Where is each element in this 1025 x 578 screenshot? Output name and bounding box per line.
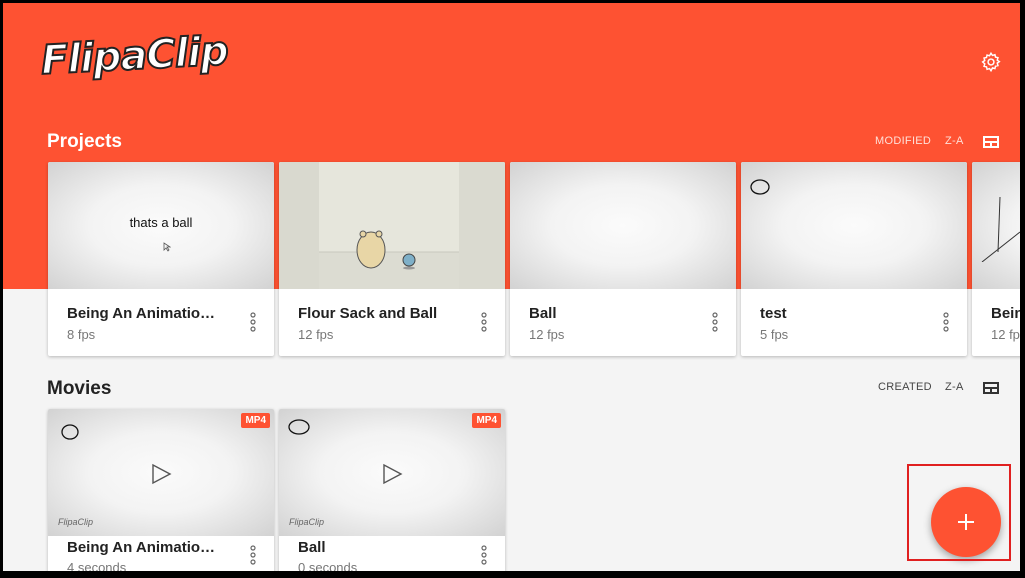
app-window: FlipaClip Projects MODIFIED Z-A thats a … [3,3,1020,571]
project-thumbnail: thats a ball [48,162,274,289]
project-title: Ball [529,305,557,322]
movie-thumbnail: FlipaClip [48,409,274,536]
project-card[interactable]: Ball 12 fps [510,162,736,356]
movie-card[interactable]: FlipaClip MP4 Being An Animatio… 4 secon… [48,409,274,571]
play-icon[interactable] [149,462,173,486]
project-card[interactable]: Bein 12 fp [972,162,1020,356]
watermark-logo: FlipaClip [289,517,325,527]
movie-thumbnail: FlipaClip [279,409,505,536]
more-options-icon[interactable] [712,312,718,332]
project-card[interactable]: test 5 fps [741,162,967,356]
project-thumbnail [741,162,967,289]
flour-sack-scene [279,162,505,289]
flipaclip-logo: FlipaClip [39,27,230,93]
more-options-icon[interactable] [250,312,256,332]
project-thumbnail [972,162,1020,289]
movie-title: Ball [298,539,326,556]
more-options-icon[interactable] [481,545,487,565]
project-title: test [760,305,787,322]
project-card[interactable]: thats a ball Being An Animatio… 8 fps [48,162,274,356]
project-thumbnail [279,162,505,289]
projects-sort-modified[interactable]: MODIFIED [875,135,931,147]
layout-toggle-icon[interactable] [983,382,999,394]
circle-sketch [288,419,310,435]
more-options-icon[interactable] [943,312,949,332]
circle-sketch [750,179,770,195]
layout-toggle-icon[interactable] [983,136,999,148]
plus-icon [958,514,974,530]
project-title: Being An Animatio… [67,305,216,322]
more-options-icon[interactable] [250,545,256,565]
project-card[interactable]: Flour Sack and Ball 12 fps [279,162,505,356]
movie-card[interactable]: FlipaClip MP4 Ball 0 seconds [279,409,505,571]
thumbnail-text: thats a ball [129,215,193,230]
project-fps: 12 fp [991,327,1020,342]
movies-sort-order[interactable]: Z-A [945,381,964,393]
movies-title: Movies [47,378,112,399]
mp4-badge: MP4 [241,413,270,428]
watermark-logo: FlipaClip [58,517,94,527]
project-title: Bein [991,305,1020,322]
more-options-icon[interactable] [481,312,487,332]
line-sketch [981,196,1020,262]
play-icon[interactable] [380,462,404,486]
project-fps: 12 fps [529,327,565,342]
projects-sort-order[interactable]: Z-A [945,135,964,147]
logo-text: FlipaClip [39,27,230,85]
cursor-icon [163,242,171,252]
mp4-badge: MP4 [472,413,501,428]
project-fps: 12 fps [298,327,334,342]
movies-sort-created[interactable]: CREATED [878,381,932,393]
movie-title: Being An Animatio… [67,539,216,556]
circle-sketch [61,424,79,440]
project-thumbnail [510,162,736,289]
movie-duration: 4 seconds [67,560,127,571]
project-fps: 8 fps [67,327,96,342]
add-project-button[interactable] [931,487,1001,557]
projects-title: Projects [47,131,122,152]
movie-duration: 0 seconds [298,560,358,571]
gear-icon[interactable] [980,51,1002,73]
project-fps: 5 fps [760,327,789,342]
project-title: Flour Sack and Ball [298,305,438,322]
